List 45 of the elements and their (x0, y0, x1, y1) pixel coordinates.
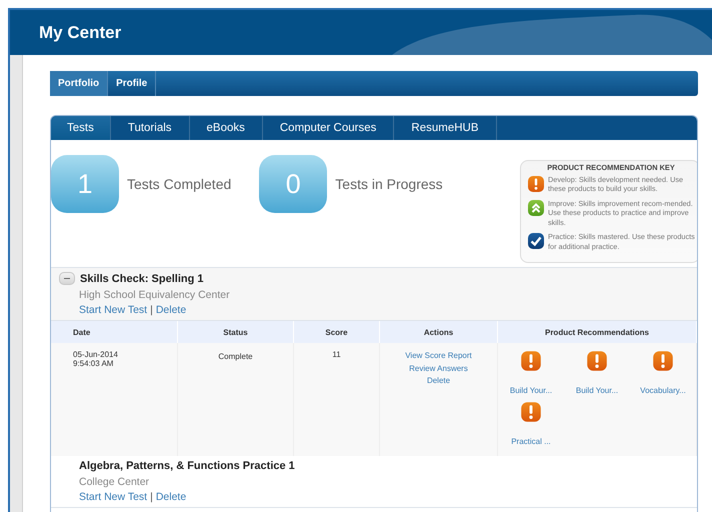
product-link[interactable]: Build Your... (510, 386, 552, 395)
warning-icon (652, 350, 674, 372)
test-title: Skills Check: Spelling 1 (80, 272, 204, 284)
warning-icon (527, 175, 545, 193)
action-link[interactable]: View Score Report (380, 350, 497, 362)
nav-tab[interactable]: Portfolio (50, 71, 108, 96)
chevron-up-icon (527, 198, 545, 217)
score-cell-text: 11 (331, 350, 342, 359)
tab[interactable]: ResumeHUB (394, 116, 496, 140)
test-title: Algebra, Patterns, & Functions Practice 1 (79, 460, 295, 472)
column-header: Score (294, 321, 380, 343)
action-link[interactable]: Delete (380, 375, 497, 388)
link-separator: | (150, 304, 153, 316)
tab[interactable]: Computer Courses (262, 116, 394, 140)
column-header: Date (51, 321, 178, 343)
warning-icon (520, 350, 542, 372)
tab[interactable]: Tutorials (110, 116, 190, 140)
nav-tab[interactable]: Profile (108, 71, 156, 96)
page-title: My Center (39, 22, 122, 42)
tab[interactable]: eBooks (190, 116, 263, 140)
status-cell-text: Complete (217, 351, 254, 361)
action-link[interactable]: Delete (156, 304, 186, 316)
column-header: Status (178, 321, 294, 343)
stat-label: Tests in Progress (335, 176, 443, 192)
product-link[interactable]: Vocabulary... (640, 386, 686, 395)
warning-icon (520, 401, 542, 423)
action-link[interactable]: Review Answers (380, 362, 497, 375)
tab[interactable]: Tests (51, 116, 111, 140)
stat-label: Tests Completed (127, 176, 232, 192)
count-badge: 0 (259, 155, 328, 213)
date-cell-text: 05-Jun-2014 9:54:03 AM (73, 350, 119, 368)
count-badge: 1 (51, 155, 119, 213)
center-name: College Center (79, 476, 150, 488)
action-link[interactable]: Delete (156, 491, 186, 503)
checkmark-icon (527, 232, 545, 250)
column-header: Actions (380, 321, 498, 343)
column-header: Product Recommendations (498, 321, 696, 343)
warning-icon (586, 350, 608, 372)
action-link[interactable]: Start New Test (79, 304, 148, 316)
collapse-icon[interactable] (59, 272, 75, 285)
action-link[interactable]: Start New Test (79, 491, 148, 503)
product-link[interactable]: Build Your... (576, 386, 618, 395)
center-name: High School Equivalency Center (79, 289, 231, 301)
link-separator: | (150, 491, 153, 503)
product-link[interactable]: Practical ... (511, 437, 551, 446)
